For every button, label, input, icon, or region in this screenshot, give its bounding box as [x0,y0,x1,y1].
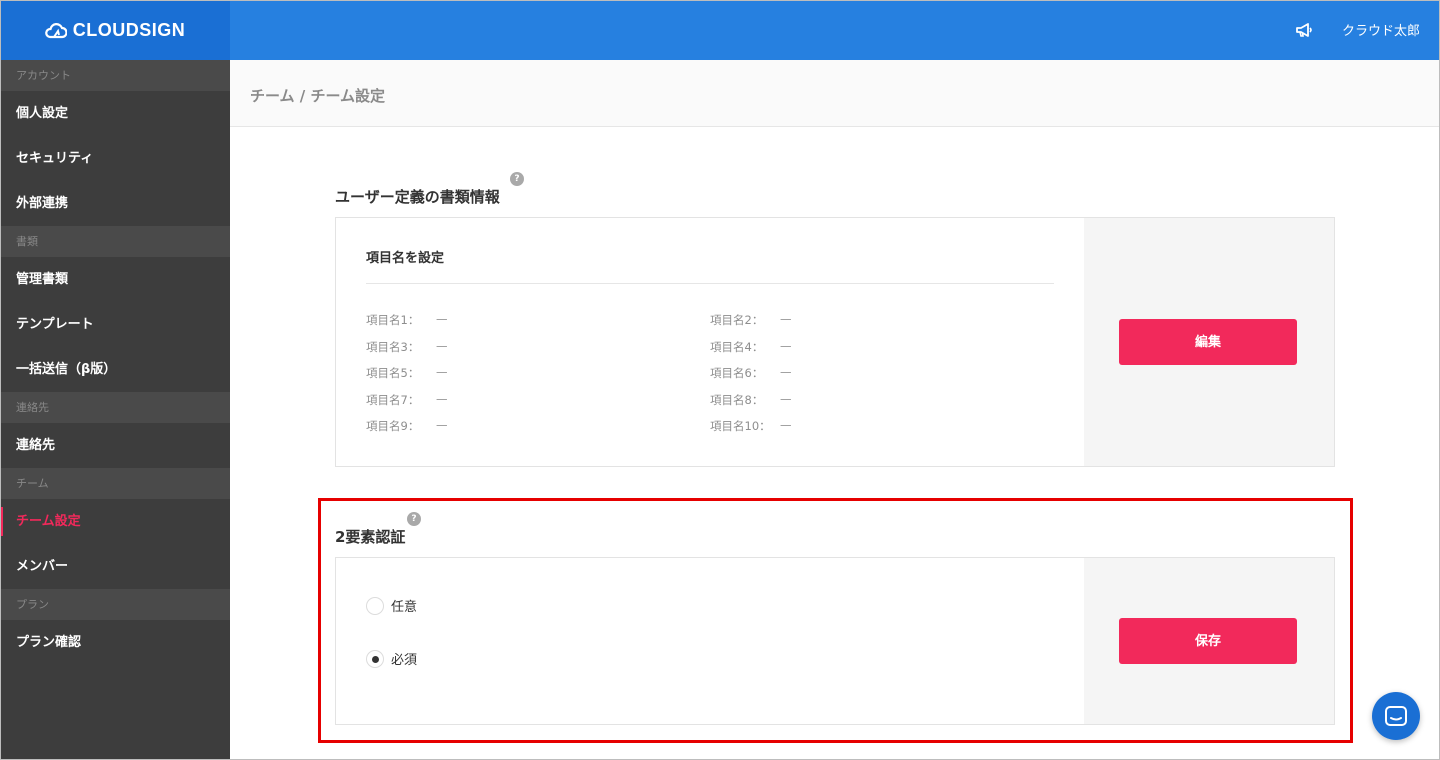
custom-fields-title: ユーザー定義の書類情報 [335,188,500,206]
field-value: — [780,418,792,432]
field-value: — [780,312,792,326]
radio-required[interactable]: 必須 [366,649,417,668]
panel-action-area: 編集 [1084,218,1334,466]
sidebar-item-templates[interactable]: テンプレート [0,302,230,347]
custom-fields-subheading: 項目名を設定 [366,251,445,266]
field-value: — [436,312,448,326]
field-label: 項目名10： [710,419,771,433]
edit-button[interactable]: 編集 [1119,319,1297,365]
radio-label: 任意 [391,600,418,615]
radio-optional[interactable]: 任意 [366,596,417,615]
sidebar-item-contacts[interactable]: 連絡先 [0,423,230,468]
field-row: 項目名1： — [366,312,448,328]
field-row: 項目名7： — [366,392,448,408]
field-label: 項目名6： [710,366,764,380]
field-label: 項目名3： [366,340,420,354]
sidebar-item-personal-settings[interactable]: 個人設定 [0,91,230,136]
field-label: 項目名7： [366,393,420,407]
save-button[interactable]: 保存 [1119,618,1297,664]
field-label: 項目名8： [710,393,764,407]
logo[interactable]: CLOUDSIGN [0,0,230,60]
sidebar-item-plan[interactable]: プラン確認 [0,620,230,665]
field-row: 項目名4： — [710,339,792,355]
field-label: 項目名4： [710,340,764,354]
field-row: 項目名2： — [710,312,792,328]
breadcrumb-bar: チーム / チーム設定 [230,60,1440,127]
sidebar-section-account: アカウント [0,60,230,91]
field-value: — [436,392,448,406]
two-factor-panel: 任意 必須 保存 [335,557,1335,725]
sidebar-section-plan: プラン [0,589,230,620]
field-value: — [780,392,792,406]
sidebar-item-members[interactable]: メンバー [0,544,230,589]
chat-launcher[interactable] [1372,692,1420,740]
field-label: 項目名9： [366,419,420,433]
sidebar: アカウント 個人設定 セキュリティ 外部連携 書類 管理書類 テンプレート 一括… [0,60,230,760]
help-icon[interactable]: ? [510,172,524,186]
panel-action-area: 保存 [1084,558,1334,724]
radio-label: 必須 [391,653,418,668]
field-row: 項目名8： — [710,392,792,408]
field-row: 項目名6： — [710,365,792,381]
field-value: — [780,365,792,379]
breadcrumb: チーム / チーム設定 [250,87,386,105]
sidebar-item-team-settings[interactable]: チーム設定 [0,499,230,544]
top-bar: クラウド太郎 [230,0,1440,60]
sidebar-section-team: チーム [0,468,230,499]
megaphone-icon[interactable] [1294,20,1314,40]
field-label: 項目名2： [710,313,764,327]
field-row: 項目名5： — [366,365,448,381]
radio-button[interactable] [366,596,384,615]
field-value: — [780,339,792,353]
field-row: 項目名3： — [366,339,448,355]
sidebar-item-bulk-send[interactable]: 一括送信（β版） [0,347,230,392]
cloud-logo-icon [44,23,67,39]
two-factor-title: 2要素認証 [335,528,406,546]
field-value: — [436,339,448,353]
help-icon[interactable]: ? [407,512,421,526]
field-value: — [436,418,448,432]
brand-name: CLOUDSIGN [72,19,186,40]
sidebar-section-documents: 書類 [0,226,230,257]
field-label: 項目名1： [366,313,420,327]
sidebar-item-managed-documents[interactable]: 管理書類 [0,257,230,302]
custom-fields-panel: 項目名を設定 項目名1： — 項目名2： — 項目名3： — 項目名4： — 項目名5：… [335,217,1335,467]
sidebar-item-security[interactable]: セキュリティ [0,136,230,181]
chat-icon [1385,706,1407,726]
sidebar-section-contacts: 連絡先 [0,392,230,423]
sidebar-item-integrations[interactable]: 外部連携 [0,181,230,226]
field-row: 項目名9： — [366,418,448,434]
field-value: — [436,365,448,379]
radio-button-checked[interactable] [366,649,384,668]
user-menu[interactable]: クラウド太郎 [1342,20,1420,39]
field-label: 項目名5： [366,366,420,380]
field-row: 項目名10： — [710,418,792,434]
divider [366,283,1054,284]
